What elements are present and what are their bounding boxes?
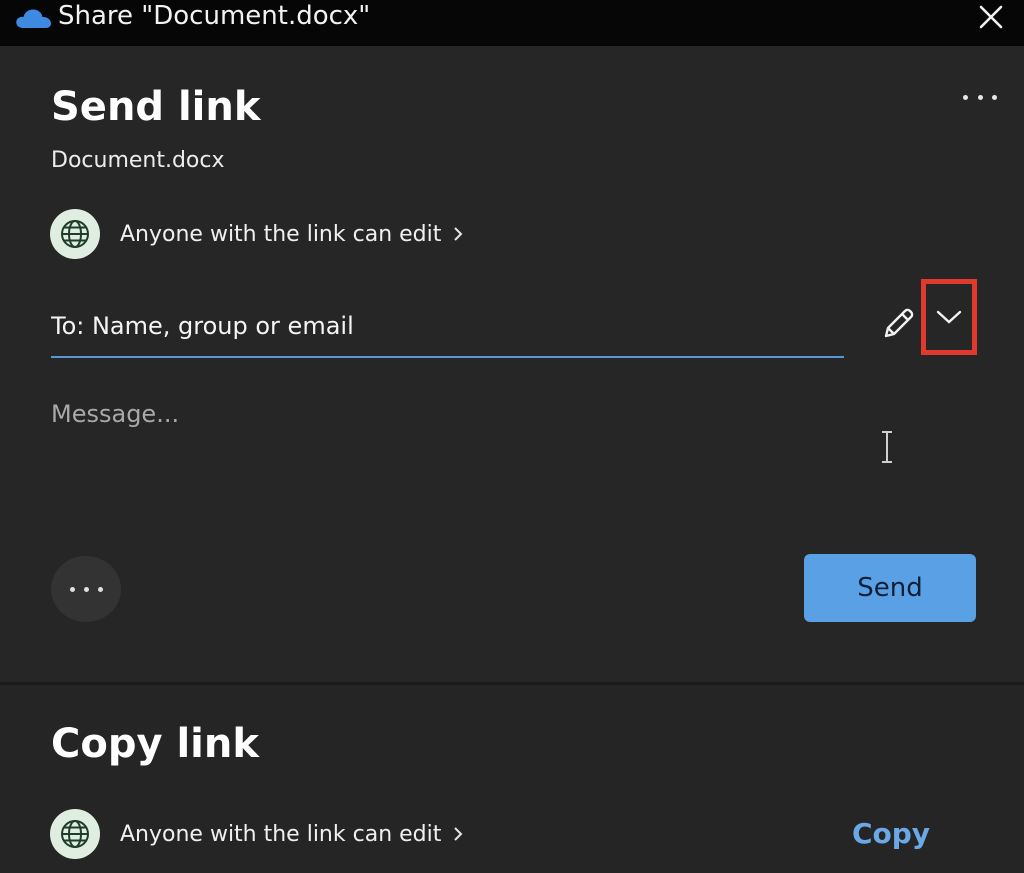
text-cursor-icon [882,431,892,463]
close-icon[interactable] [976,2,1006,32]
title-bar: Share "Document.docx" [0,0,1024,46]
permission-label: Anyone with the link can edit [120,221,442,247]
message-input[interactable] [51,400,831,510]
send-button[interactable]: Send [804,554,976,622]
file-name: Document.docx [51,148,225,173]
recipient-dropdown-button[interactable] [921,279,977,355]
window-title: Share "Document.docx" [58,1,371,31]
more-options-icon[interactable] [960,84,1000,110]
chevron-right-icon [454,227,463,241]
send-link-heading: Send link [51,84,261,130]
recipient-input[interactable] [51,302,844,350]
permission-label: Anyone with the link can edit [120,821,442,847]
pencil-icon[interactable] [878,304,918,344]
copy-link-heading: Copy link [51,721,259,767]
more-actions-button[interactable] [51,556,121,622]
recipient-field [51,302,844,358]
onedrive-cloud-icon [16,9,51,28]
chevron-right-icon [454,827,463,841]
globe-icon [50,809,100,859]
globe-icon [50,209,100,259]
copy-permission-setting[interactable]: Anyone with the link can edit [50,808,465,860]
copy-button[interactable]: Copy [845,810,937,856]
send-permission-setting[interactable]: Anyone with the link can edit [50,208,465,260]
chevron-down-icon [936,310,962,324]
